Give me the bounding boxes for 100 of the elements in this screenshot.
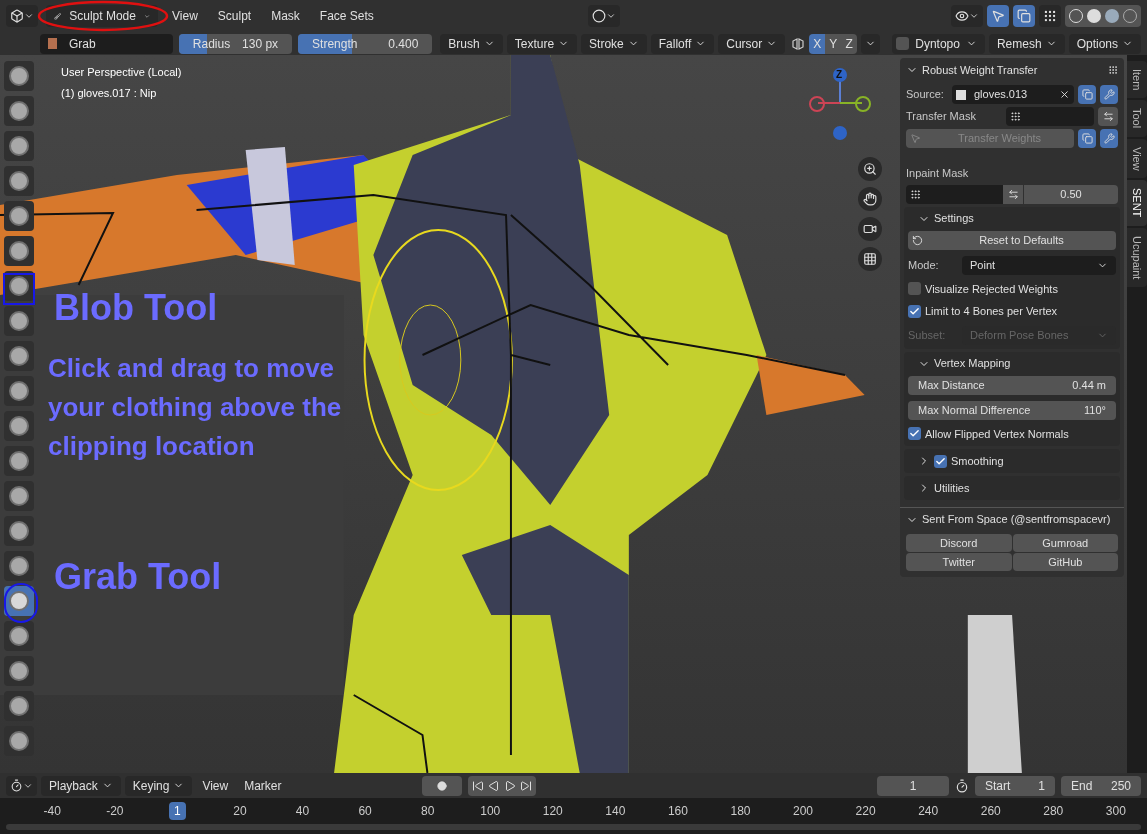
axis-toggle[interactable]: Y [825, 33, 842, 54]
mode-dropdown[interactable]: Sculpt Mode [46, 5, 158, 27]
chevron-icon [969, 11, 979, 21]
sidebar-tab[interactable]: Item [1127, 61, 1147, 99]
menu-item[interactable]: View [196, 776, 235, 795]
menu-item[interactable]: Sculpt [211, 7, 258, 25]
panel-header[interactable]: Sent From Space (@sentfromspacevr) [900, 507, 1124, 531]
tool-button[interactable] [4, 306, 34, 336]
swap-button[interactable] [1098, 107, 1118, 126]
wrench-button[interactable] [1100, 85, 1118, 104]
reset-button[interactable]: Reset to Defaults [908, 230, 1116, 250]
sculpt-brush-icon [9, 451, 29, 471]
editor-type-button[interactable] [6, 775, 37, 796]
checkbox[interactable] [908, 282, 921, 296]
pointer-icon [910, 133, 921, 144]
start-frame-field[interactable]: Start 1 [975, 775, 1055, 796]
pivot-button[interactable] [587, 5, 620, 27]
stopwatch-icon [955, 778, 969, 793]
number-field[interactable]: Max Distance 0.44 m [908, 375, 1116, 395]
tool-button[interactable] [4, 411, 34, 441]
end-frame-field[interactable]: End 250 [1061, 775, 1141, 796]
editor-type-button[interactable] [6, 5, 38, 27]
record-button[interactable] [421, 775, 462, 796]
swap-icon [1102, 111, 1114, 122]
mesh-button[interactable] [1078, 85, 1096, 104]
tool-button[interactable] [4, 341, 34, 371]
axis-toggle[interactable]: X [809, 33, 826, 54]
tool-button[interactable] [4, 551, 34, 581]
checkbox[interactable] [934, 454, 947, 468]
current-frame-field[interactable]: 1 [877, 775, 949, 796]
number-field[interactable]: Max Normal Difference 110° [908, 400, 1116, 420]
field-label: Mode: [908, 257, 940, 273]
brush-field[interactable]: Grab [40, 33, 173, 54]
menu-dropdown[interactable]: Keying [124, 775, 193, 796]
checkbox[interactable] [896, 37, 910, 50]
mode-dropdown[interactable]: Point [962, 255, 1116, 275]
tool-button[interactable] [4, 96, 34, 126]
gizmo-button[interactable] [987, 5, 1009, 27]
inpaint-mask-field[interactable] [906, 184, 1003, 204]
tool-button[interactable] [4, 131, 34, 161]
transfer-mask-field[interactable] [1006, 107, 1094, 126]
tool-button[interactable] [4, 61, 34, 91]
source-field[interactable]: gloves.013 [952, 85, 1074, 104]
checkbox[interactable] [908, 427, 921, 441]
grid-icon [863, 252, 877, 266]
menu-dropdown[interactable]: Remesh [988, 33, 1065, 54]
menu-item[interactable]: View [166, 7, 204, 25]
wrench-button[interactable] [1100, 129, 1118, 148]
tool-button[interactable] [4, 516, 34, 546]
link-button[interactable]: GitHub [1012, 553, 1118, 571]
tool-button[interactable] [4, 586, 34, 616]
axis-options-button[interactable] [861, 33, 881, 54]
menu-item[interactable]: Mask [265, 7, 306, 25]
shading-buttons[interactable] [1065, 5, 1141, 27]
link-button[interactable]: Twitter [906, 553, 1012, 571]
menu-dropdown[interactable]: Texture [506, 33, 578, 54]
swap-button[interactable] [1003, 184, 1023, 204]
tool-button[interactable] [4, 691, 34, 721]
playhead-marker[interactable]: 1 [169, 802, 186, 820]
tool-button[interactable] [4, 446, 34, 476]
tool-button[interactable] [4, 236, 34, 266]
tool-button[interactable] [4, 481, 34, 511]
axis-toggle[interactable]: Z [841, 33, 858, 54]
xray-button[interactable] [1039, 5, 1061, 27]
tool-button[interactable] [4, 656, 34, 686]
tool-button[interactable] [4, 726, 34, 756]
menu-dropdown[interactable]: Options [1068, 33, 1141, 54]
subpanel-header[interactable]: Utilities [904, 476, 1120, 500]
subpanel-header[interactable]: Vertex Mapping [904, 351, 1120, 376]
inpaint-value-field[interactable]: 0.50 [1023, 184, 1118, 204]
sidebar-tab[interactable]: View [1127, 138, 1147, 179]
menu-dropdown[interactable]: Playback [41, 775, 121, 796]
subpanel-header[interactable]: Settings [904, 206, 1120, 231]
menu-item[interactable]: Marker [238, 776, 288, 795]
overlay-button[interactable] [1013, 5, 1035, 27]
subpanel-header[interactable]: Smoothing [904, 449, 1120, 473]
link-button[interactable]: Discord [906, 534, 1012, 552]
brush-thumbnail-icon [48, 38, 57, 49]
checkbox[interactable] [908, 304, 921, 318]
link-button[interactable]: Gumroad [1012, 534, 1118, 552]
sidebar-tab[interactable]: Ucupaint [1127, 227, 1147, 287]
menu-dropdown[interactable]: Cursor [718, 33, 786, 54]
tool-button[interactable] [4, 376, 34, 406]
mesh-button[interactable] [1078, 129, 1096, 148]
scrollbar[interactable] [6, 824, 1141, 830]
object-icon [956, 89, 966, 100]
panel-header[interactable]: Robust Weight Transfer [900, 58, 1124, 82]
tool-button[interactable] [4, 201, 34, 231]
menu-dropdown[interactable]: Stroke [581, 33, 647, 54]
sidebar-tab[interactable]: Tool [1127, 100, 1147, 137]
tool-button[interactable] [4, 166, 34, 196]
visibility-button[interactable] [951, 5, 983, 27]
sidebar-tab[interactable]: SENT [1127, 180, 1147, 226]
menu-dropdown[interactable]: Brush [440, 33, 503, 54]
menu-item[interactable]: Face Sets [313, 7, 380, 25]
tool-button[interactable] [4, 621, 34, 651]
menu-dropdown[interactable]: Falloff [650, 33, 715, 54]
sculpt-brush-icon [9, 276, 29, 296]
checkbox-label: Allow Flipped Vertex Normals [925, 426, 1069, 442]
checkbox-label: Limit to 4 Bones per Vertex [925, 304, 1058, 319]
